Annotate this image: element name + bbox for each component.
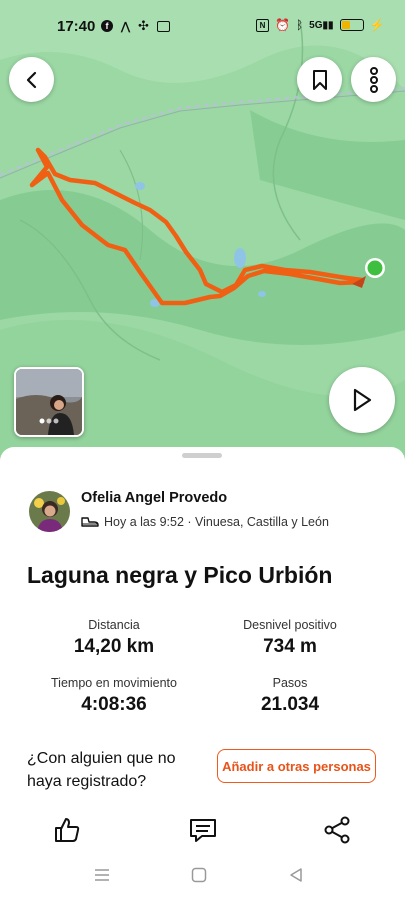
add-people-button[interactable]: Añadir a otras personas [217, 749, 376, 783]
activity-time-location: Hoy a las 9:52 · Vinuesa, Castilla y Leó… [104, 515, 329, 529]
user-name[interactable]: Ofelia Angel Provedo [81, 490, 227, 506]
share-icon [324, 816, 350, 844]
comment-icon [190, 819, 216, 842]
back-triangle-icon [290, 868, 302, 882]
hiking-boot-icon [81, 517, 99, 527]
nfc-icon: N [256, 18, 269, 32]
notification-icons: f ⋀ ✣ [101, 18, 170, 34]
battery-icon [339, 19, 364, 31]
activity-meta: Hoy a las 9:52 · Vinuesa, Castilla y Leó… [81, 515, 329, 529]
strava-icon: ⋀ [121, 20, 131, 33]
stat-value: 14,20 km [73, 636, 155, 657]
stat-distance: Distancia 14,20 km [24, 618, 204, 658]
status-time: 17:40 [57, 18, 96, 35]
nav-recents-button[interactable] [94, 867, 110, 888]
menu-lines-icon [95, 869, 109, 881]
stat-value: 4:08:36 [81, 694, 147, 715]
share-button[interactable] [322, 815, 352, 850]
stat-elevation: Desnivel positivo 734 m [200, 618, 380, 658]
photo-thumbnail[interactable] [14, 367, 84, 437]
stat-label: Desnivel positivo [243, 618, 337, 632]
more-options-button[interactable] [351, 57, 396, 102]
signal-icon: 5G▮▮ [309, 19, 334, 31]
route-map[interactable]: 17:40 f ⋀ ✣ N ⏰ ᛒ 5G▮▮ ⚡ [0, 0, 405, 470]
nav-home-button[interactable] [191, 867, 207, 888]
back-arrow-icon [26, 71, 36, 88]
bookmark-icon [312, 69, 327, 90]
system-icons: N ⏰ ᛒ 5G▮▮ ⚡ [256, 18, 384, 32]
sheet-drag-handle[interactable] [182, 453, 222, 458]
stat-label: Tiempo en movimiento [51, 676, 177, 690]
stat-label: Pasos [272, 676, 308, 690]
alarm-icon: ⏰ [275, 18, 290, 32]
avatar-image [29, 491, 70, 532]
stat-value: 21.034 [260, 694, 320, 715]
play-icon [353, 388, 372, 412]
back-button[interactable] [9, 57, 54, 102]
more-vertical-icon [369, 66, 378, 93]
activity-sheet: Ofelia Angel Provedo Hoy a las 9:52 · Vi… [0, 447, 405, 900]
save-route-button[interactable] [297, 57, 342, 102]
stat-label: Distancia [88, 618, 140, 632]
avatar[interactable] [29, 491, 70, 532]
stat-steps: Pasos 21.034 [200, 676, 380, 716]
like-button[interactable] [52, 815, 82, 850]
facebook-icon: f [101, 20, 113, 32]
activity-title: Laguna negra y Pico Urbión [27, 562, 333, 588]
status-bar: 17:40 f ⋀ ✣ N ⏰ ᛒ 5G▮▮ ⚡ [0, 0, 405, 54]
window-icon [156, 20, 170, 32]
nav-back-button[interactable] [288, 867, 304, 888]
bluetooth-icon: ᛒ [295, 18, 304, 32]
companions-question: ¿Con alguien que no haya registrado? [27, 750, 176, 790]
home-square-icon [191, 867, 207, 883]
network-type: 5G [309, 19, 323, 31]
fan-icon: ✣ [138, 18, 149, 33]
comment-button[interactable] [188, 815, 218, 850]
stat-value: 734 m [263, 636, 317, 657]
play-flyover-button[interactable] [329, 367, 395, 433]
thumbs-up-icon [55, 818, 80, 842]
photo-image [16, 369, 82, 435]
stat-moving-time: Tiempo en movimiento 4:08:36 [24, 676, 204, 716]
charging-icon: ⚡ [369, 18, 385, 32]
